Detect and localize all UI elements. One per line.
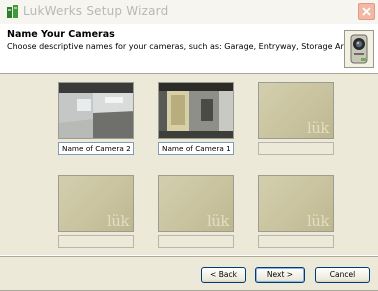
camera-grid: Name of Camera 2 Name of Camera 1 lük lü… — [0, 74, 378, 254]
lukwerks-app-icon — [7, 5, 18, 18]
camera-name-field — [158, 235, 234, 248]
camera-name-field — [58, 235, 134, 248]
wizard-footer: < Back Next > Cancel — [0, 255, 378, 291]
camera-name-field — [258, 142, 334, 155]
luk-watermark: lük — [306, 119, 330, 137]
camera-thumbnail[interactable] — [158, 82, 234, 139]
camera-thumbnail-empty: lük — [158, 175, 234, 232]
camera-thumbnail-empty: lük — [258, 82, 334, 139]
camera-2-snapshot — [59, 83, 133, 138]
luk-watermark: lük — [206, 212, 230, 230]
luk-watermark: lük — [106, 212, 130, 230]
close-button[interactable] — [358, 3, 375, 20]
footer-divider — [0, 256, 378, 257]
camera-name-field[interactable]: Name of Camera 2 — [58, 142, 134, 155]
next-button[interactable]: Next > — [255, 267, 305, 283]
wizard-header: Name Your Cameras Choose descriptive nam… — [0, 24, 378, 74]
camera-thumbnail[interactable] — [58, 82, 134, 139]
close-icon — [362, 7, 371, 16]
title-bar[interactable]: LukWerks Setup Wizard — [0, 0, 378, 24]
cancel-button[interactable]: Cancel — [315, 267, 370, 283]
back-button[interactable]: < Back — [201, 267, 246, 283]
camera-name-field[interactable]: Name of Camera 1 — [158, 142, 234, 155]
camera-1-snapshot — [159, 83, 233, 138]
camera-thumbnail-empty: lük — [58, 175, 134, 232]
page-title: Name Your Cameras — [7, 29, 115, 40]
camera-icon — [344, 30, 374, 68]
camera-name-field — [258, 235, 334, 248]
setup-wizard-window: LukWerks Setup Wizard Name Your Cameras … — [0, 0, 378, 290]
camera-thumbnail-empty: lük — [258, 175, 334, 232]
luk-watermark: lük — [306, 212, 330, 230]
window-title: LukWerks Setup Wizard — [23, 4, 169, 18]
page-subtitle: Choose descriptive names for your camera… — [7, 42, 354, 51]
